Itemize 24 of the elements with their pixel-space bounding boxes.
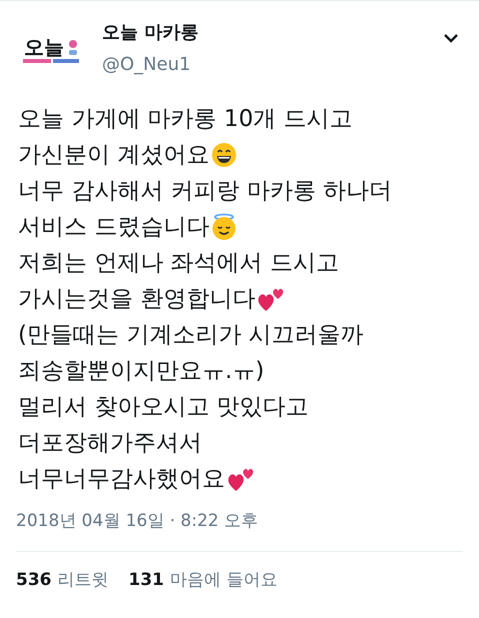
logo-drawing	[68, 38, 78, 56]
tweet-text-line: 서비스 드렸습니다	[18, 213, 210, 242]
logo-subtitle-drawing	[23, 58, 79, 64]
tweet-text-line: 저희는 언제나 좌석에서 드시고	[18, 249, 339, 278]
logo-text: 오늘	[24, 36, 64, 56]
tweet-text-line: 오늘 가게에 마카롱 10개 드시고	[18, 105, 353, 134]
tweet-text-line: 가시는것을 환영합니다	[18, 285, 256, 314]
tweet-text-line: 더포장해가주셔서	[18, 429, 202, 458]
stat-label[interactable]: 마음에 들어요	[170, 568, 278, 593]
stat-count: 131	[128, 568, 164, 592]
tweet-text-line: 죄송할뿐이지만요ㅠ.ㅠ)	[18, 357, 264, 386]
user-handle[interactable]: @O_Neu1	[102, 53, 443, 77]
tweet-text-line: 너무 감사해서 커피랑 마카롱 하나더	[18, 177, 392, 206]
grinning-face-icon	[211, 142, 238, 168]
tweet-text-line: 너무너무감사했어요	[18, 465, 225, 494]
stat-label[interactable]: 리트윗	[58, 568, 108, 593]
tweet-text-line: (만들때는 기계소리가 시끄러울까	[18, 321, 364, 350]
stat-count: 536	[16, 568, 52, 592]
chevron-down-icon[interactable]	[443, 33, 459, 43]
tweet-text-line: 가신분이 계셨어요	[18, 141, 210, 170]
tweet-text-line: 멀리서 찾아오시고 맛있다고	[18, 393, 309, 422]
display-name[interactable]: 오늘 마카롱	[102, 21, 443, 45]
tweet-timestamp: 2018년 04월 16일 · 8:22 오후	[15, 510, 260, 533]
smiling-face-with-halo-icon	[211, 213, 238, 241]
